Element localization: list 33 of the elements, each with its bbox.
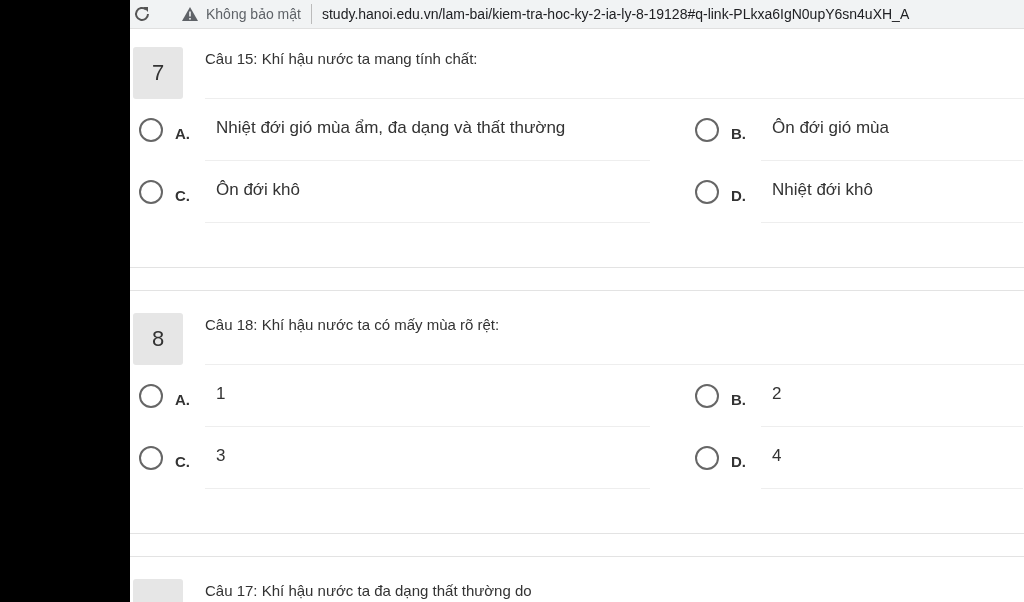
option-letter: D. [731, 186, 747, 204]
reload-icon[interactable] [132, 4, 152, 24]
radio-button[interactable] [139, 180, 163, 204]
radio-button[interactable] [139, 384, 163, 408]
question-number: 7 [133, 47, 183, 99]
option-letter: C. [175, 186, 191, 204]
radio-button[interactable] [139, 446, 163, 470]
option-letter: B. [731, 124, 747, 142]
url-text[interactable]: study.hanoi.edu.vn/lam-bai/kiem-tra-hoc-ky-2-ia-ly-8-19128#q-link-PLkxa6IgN0upY6sn4uXH_A [321, 6, 910, 22]
radio-button[interactable] [695, 180, 719, 204]
option-letter: B. [731, 390, 747, 408]
option-text: 4 [761, 427, 1023, 489]
option-letter: A. [175, 124, 191, 142]
security-label: Không bảo mật [206, 6, 301, 22]
option-letter: A. [175, 390, 191, 408]
question-text: Câu 15: Khí hậu nước ta mang tính chất: [205, 47, 1024, 99]
question-text: Câu 18: Khí hậu nước ta có mấy mùa rõ rệt: [205, 313, 1024, 365]
radio-button[interactable] [139, 118, 163, 142]
option-letter: C. [175, 452, 191, 470]
warning-icon [182, 7, 198, 21]
question-text: Câu 17: Khí hậu nước ta đa dạng thất thường do [205, 579, 1024, 602]
option-text: Nhiệt đới gió mùa ẩm, đa dạng và thất thường [205, 99, 650, 161]
radio-button[interactable] [695, 384, 719, 408]
radio-button[interactable] [695, 446, 719, 470]
option-text: Ôn đới gió mùa [761, 99, 1023, 161]
question-number: 8 [133, 313, 183, 365]
option-text: Ôn đới khô [205, 161, 650, 223]
option-text: 1 [205, 365, 650, 427]
option-text: 3 [205, 427, 650, 489]
option-text: Nhiệt đới khô [761, 161, 1023, 223]
radio-button[interactable] [695, 118, 719, 142]
option-text: 2 [761, 365, 1023, 427]
option-letter: D. [731, 452, 747, 470]
